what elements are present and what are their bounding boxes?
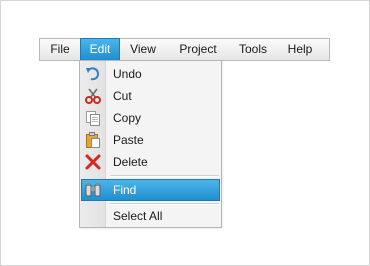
edit-dropdown-menu: Undo Cut Copy Paste Delete Find Select A… [79, 60, 222, 228]
binoculars-icon [84, 181, 102, 199]
menu-file[interactable]: File [41, 39, 79, 60]
menu-item-undo[interactable]: Undo [81, 63, 220, 85]
menu-project[interactable]: Project [168, 39, 228, 60]
menu-item-label: Cut [113, 89, 132, 103]
menu-help[interactable]: Help [278, 39, 322, 60]
menu-item-label: Find [113, 183, 137, 197]
paste-icon [84, 131, 102, 149]
menu-item-delete[interactable]: Delete [81, 151, 220, 173]
copy-icon [84, 109, 102, 127]
menu-separator [110, 175, 219, 177]
menu-item-label: Paste [113, 133, 144, 147]
menu-item-label: Undo [113, 67, 142, 81]
menu-item-select-all[interactable]: Select All [81, 205, 220, 227]
menu-item-label: Copy [113, 111, 142, 125]
menu-item-cut[interactable]: Cut [81, 85, 220, 107]
menu-item-find[interactable]: Find [81, 179, 220, 201]
menu-view[interactable]: View [120, 39, 166, 60]
undo-icon [84, 65, 102, 83]
menu-item-label: Select All [113, 209, 163, 223]
menu-item-label: Delete [113, 155, 148, 169]
scissors-icon [84, 87, 102, 105]
menu-bar: File Edit View Project Tools Help [39, 38, 330, 61]
delete-x-icon [84, 153, 102, 171]
menu-item-copy[interactable]: Copy [81, 107, 220, 129]
menu-tools[interactable]: Tools [228, 39, 278, 60]
menu-edit[interactable]: Edit [80, 38, 120, 61]
menu-item-paste[interactable]: Paste [81, 129, 220, 151]
